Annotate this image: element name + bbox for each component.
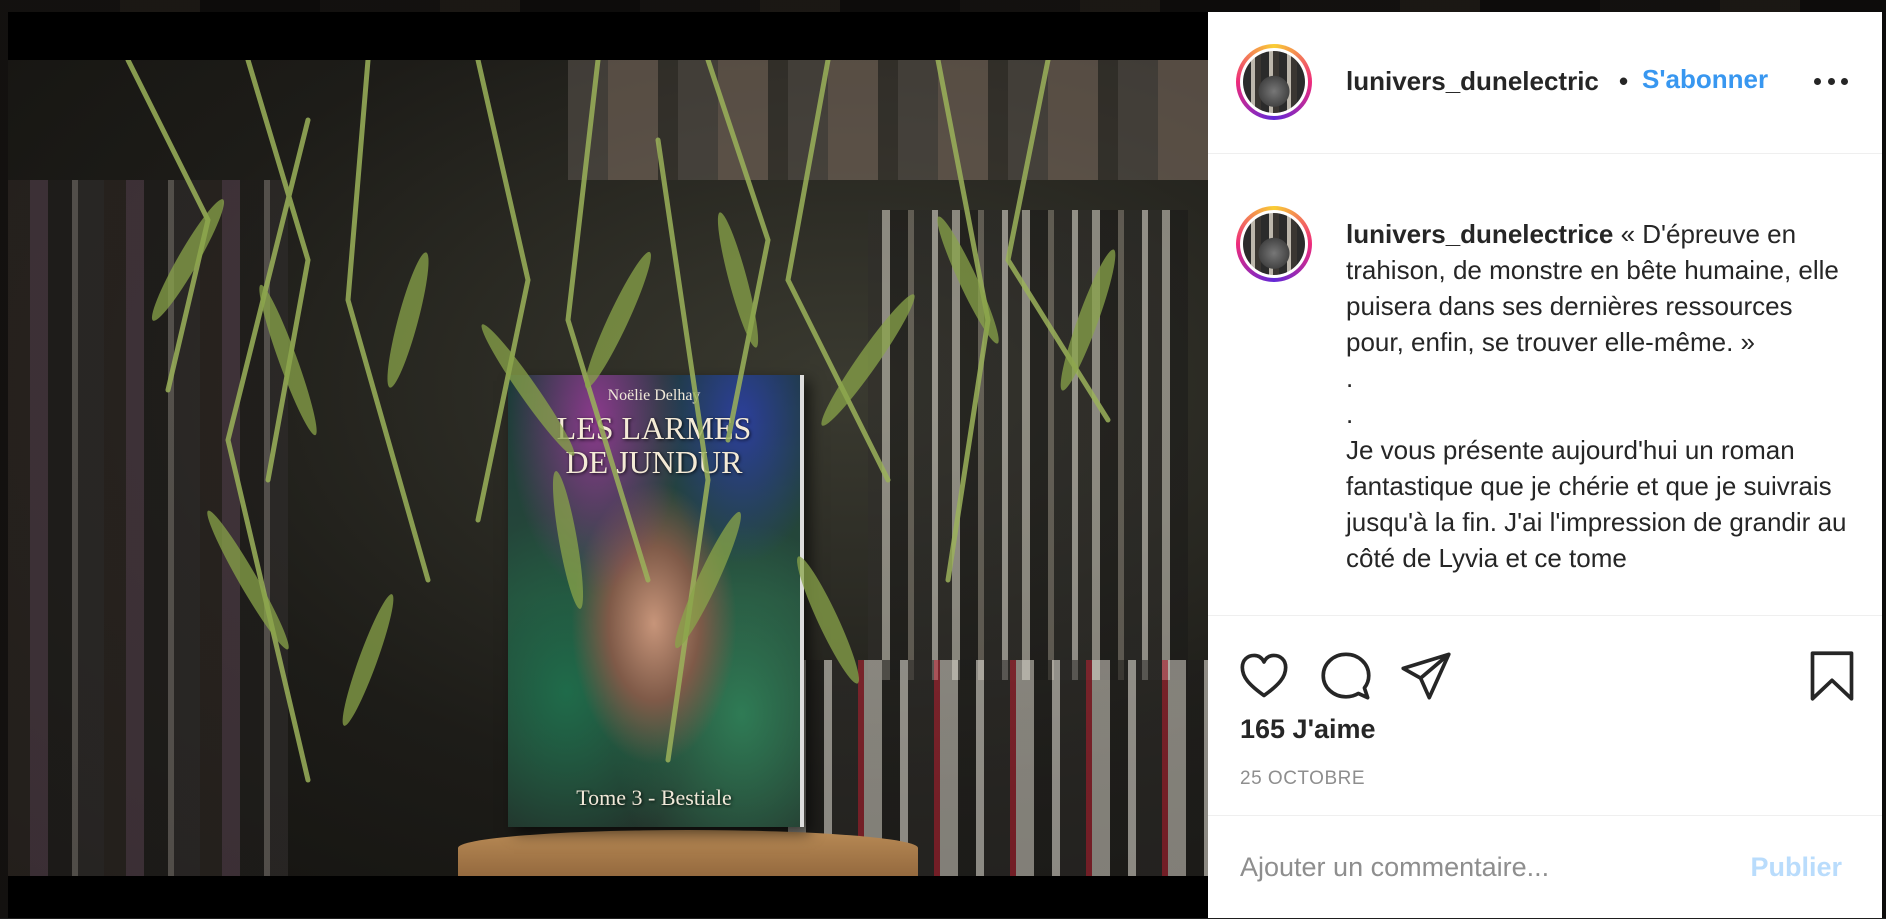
caption: lunivers_dunelectrice « D'épreuve en tra… <box>1346 216 1854 576</box>
header-separator: • <box>1619 66 1629 96</box>
caption-username[interactable]: lunivers_dunelectrice <box>1346 219 1613 249</box>
heart-icon[interactable] <box>1238 650 1290 702</box>
follow-button[interactable]: S'abonner <box>1642 64 1768 95</box>
header-username[interactable]: lunivers_dunelectric <box>1346 66 1599 97</box>
caption-area[interactable]: lunivers_dunelectrice « D'épreuve en tra… <box>1208 154 1882 614</box>
bookmark-icon[interactable] <box>1806 650 1858 702</box>
post-header: lunivers_dunelectric • S'abonner <box>1208 12 1882 154</box>
caption-body: « D'épreuve en trahison, de monstre en b… <box>1346 219 1847 573</box>
comment-bubble-icon[interactable] <box>1320 650 1372 702</box>
post-modal: Noëlie Delhay LES LARMES DE JUNDUR Tome … <box>8 12 1882 918</box>
post-photo: Noëlie Delhay LES LARMES DE JUNDUR Tome … <box>8 60 1208 876</box>
paper-plane-icon[interactable] <box>1400 650 1452 702</box>
avatar[interactable] <box>1236 44 1312 120</box>
likes-count[interactable]: 165 J'aime <box>1240 714 1376 745</box>
caption-avatar[interactable] <box>1236 206 1312 282</box>
comment-form: Publier <box>1208 815 1882 919</box>
post-side-panel: lunivers_dunelectric • S'abonner luniver… <box>1208 12 1882 918</box>
publish-button[interactable]: Publier <box>1750 852 1842 883</box>
post-media[interactable]: Noëlie Delhay LES LARMES DE JUNDUR Tome … <box>8 12 1208 918</box>
more-horizontal-icon[interactable] <box>1814 74 1848 88</box>
post-date[interactable]: 25 OCTOBRE <box>1240 768 1365 790</box>
post-actions: 165 J'aime 25 OCTOBRE <box>1208 615 1882 816</box>
comment-input[interactable] <box>1238 838 1722 896</box>
bamboo-leaves <box>125 60 1116 783</box>
